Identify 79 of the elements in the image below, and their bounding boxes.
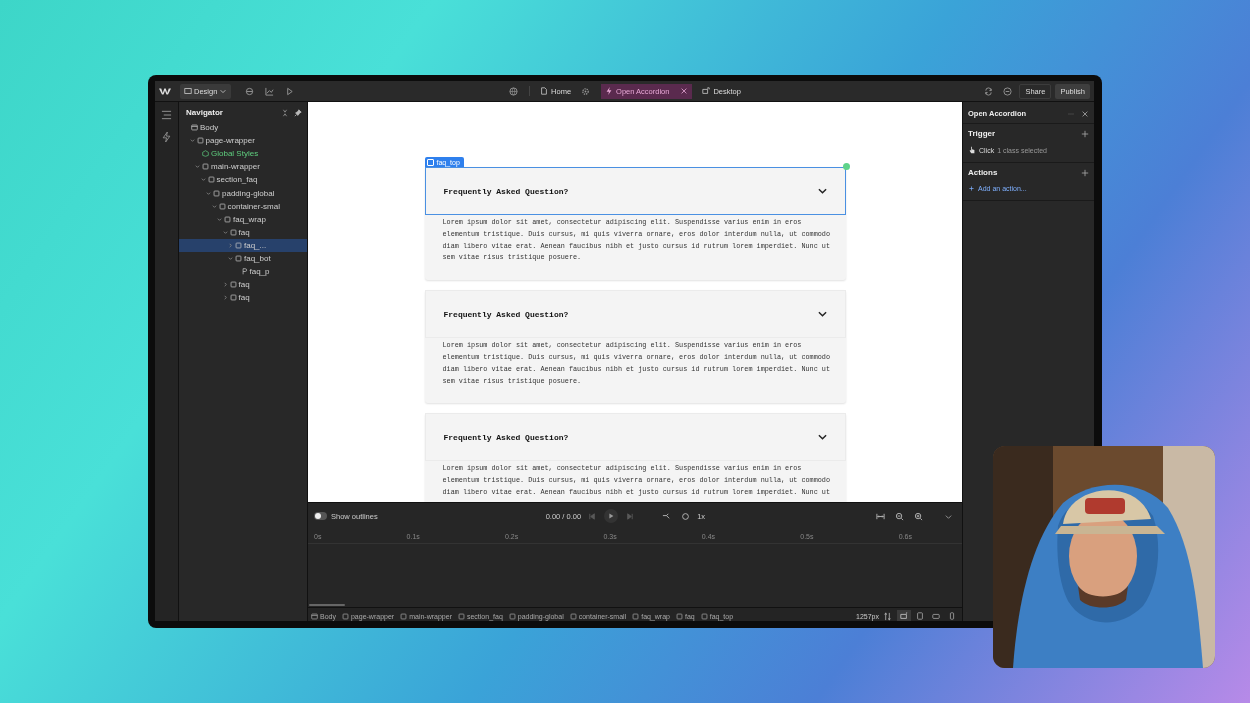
navigator-item[interactable]: container-smal xyxy=(179,199,307,213)
navigator-item[interactable]: faq_wrap xyxy=(179,212,307,226)
chevron-icon[interactable] xyxy=(189,138,195,144)
section-heading: Trigger xyxy=(968,129,996,138)
menu-icon[interactable] xyxy=(161,110,172,120)
next-icon[interactable] xyxy=(625,511,635,521)
logo-icon[interactable] xyxy=(159,86,171,96)
navigator-item[interactable]: page-wrapper xyxy=(179,134,307,148)
chevron-icon[interactable] xyxy=(228,256,233,261)
navigator-item[interactable]: Body xyxy=(179,121,307,135)
navigator-item[interactable]: Global Styles xyxy=(179,147,307,161)
chevron-icon[interactable] xyxy=(222,295,228,301)
chart-icon[interactable] xyxy=(265,86,275,96)
body-icon xyxy=(311,612,318,620)
section-heading: Actions xyxy=(968,168,998,177)
zoom-out-icon[interactable] xyxy=(895,511,904,521)
landscape-phone-icon xyxy=(932,612,940,620)
sync-icon[interactable] xyxy=(984,86,994,96)
add-icon[interactable] xyxy=(1081,168,1089,177)
chevron-icon[interactable] xyxy=(222,229,228,235)
loop-icon[interactable] xyxy=(681,511,691,521)
desktop-icon xyxy=(900,612,908,620)
desktop-icon xyxy=(702,87,711,95)
page-icon xyxy=(540,87,549,95)
zoom-in-icon[interactable] xyxy=(914,511,923,521)
lightning-icon xyxy=(605,87,614,95)
paragraph-icon xyxy=(240,268,248,276)
body-icon xyxy=(191,124,198,132)
close-icon[interactable] xyxy=(1081,109,1089,118)
resize-icon[interactable] xyxy=(883,611,892,621)
play-icon[interactable] xyxy=(285,86,295,96)
play-button[interactable] xyxy=(604,509,619,523)
chevron-down-icon[interactable] xyxy=(817,311,827,318)
toggle-switch[interactable] xyxy=(314,512,327,520)
chevron-down-icon[interactable] xyxy=(817,434,827,441)
navigator-item[interactable]: faq xyxy=(179,291,307,305)
faq-question[interactable]: Frequently Asked Question? xyxy=(443,186,818,196)
easing-icon[interactable] xyxy=(662,511,672,521)
device-button[interactable] xyxy=(897,610,911,621)
pin-icon[interactable] xyxy=(294,108,302,117)
navigator-item[interactable]: faq_bot xyxy=(179,251,307,266)
chevron-down-icon[interactable] xyxy=(817,188,827,194)
chevron-icon[interactable] xyxy=(211,203,217,209)
chevron-icon[interactable] xyxy=(206,190,211,196)
navigator-item[interactable]: section_faq xyxy=(179,173,307,187)
tablet-icon xyxy=(916,612,924,620)
globe-icon[interactable] xyxy=(509,86,519,96)
play-icon xyxy=(607,512,616,520)
database-icon[interactable] xyxy=(245,86,255,96)
collapse-icon[interactable] xyxy=(281,108,289,117)
navigator-item[interactable]: padding-global xyxy=(179,186,307,200)
plus-icon[interactable] xyxy=(968,185,975,192)
handle-dot[interactable] xyxy=(842,163,850,170)
hand-icon xyxy=(968,146,976,154)
close-icon[interactable] xyxy=(680,87,689,95)
hexagon-icon xyxy=(202,150,209,158)
lightning-icon[interactable] xyxy=(161,132,172,142)
chevron-icon[interactable] xyxy=(222,282,228,288)
chevron-icon[interactable] xyxy=(195,164,200,170)
navigator-item[interactable]: main-wrapper xyxy=(179,160,307,174)
scrollbar[interactable] xyxy=(309,604,345,606)
navigator-title: Navigator xyxy=(186,108,224,117)
previous-icon[interactable] xyxy=(588,511,598,521)
comment-icon[interactable] xyxy=(1003,86,1013,96)
navigator-item[interactable]: faq xyxy=(179,278,307,292)
navigator-item[interactable]: faq xyxy=(179,225,307,239)
caret-icon xyxy=(219,87,228,95)
chevron-icon[interactable] xyxy=(200,177,206,183)
settings-icon[interactable] xyxy=(581,86,591,96)
navigator-item[interactable]: faq_p xyxy=(179,265,307,279)
chevron-icon[interactable] xyxy=(228,242,233,248)
chevron-icon[interactable] xyxy=(217,216,222,222)
faq-question[interactable]: Frequently Asked Question? xyxy=(443,432,818,442)
phone-icon xyxy=(948,612,956,620)
faq-question[interactable]: Frequently Asked Question? xyxy=(443,309,818,319)
fit-icon[interactable] xyxy=(876,511,885,521)
add-icon[interactable] xyxy=(1081,129,1089,138)
navigator-item[interactable]: faq_... xyxy=(179,238,307,252)
frame-icon xyxy=(184,87,192,95)
